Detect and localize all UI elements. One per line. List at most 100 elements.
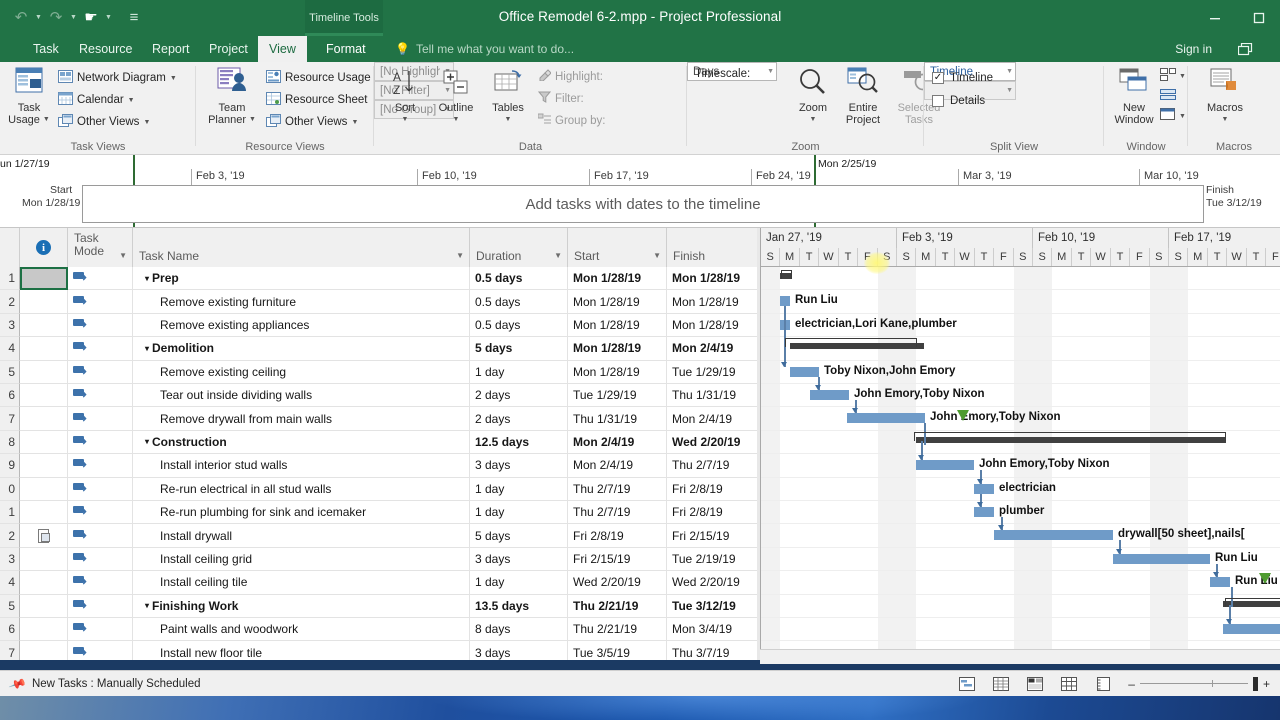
new-window-button[interactable]: New Window	[1108, 67, 1160, 126]
collapse-triangle-icon[interactable]: ▾	[145, 601, 149, 610]
row-indicator-cell[interactable]	[20, 313, 68, 338]
tab-report[interactable]: Report	[141, 36, 201, 62]
task-name-cell[interactable]: Install ceiling grid	[133, 547, 470, 572]
finish-cell[interactable]: Tue 2/19/19	[667, 547, 760, 572]
switch-windows-button[interactable]: ▼	[1160, 108, 1186, 124]
minimize-icon[interactable]	[1202, 6, 1228, 30]
task-mode-cell[interactable]	[68, 267, 133, 291]
team-planner-button[interactable]: Team Planner ▼	[202, 67, 262, 126]
group-by-row[interactable]: Group by:	[537, 113, 606, 128]
hide-button[interactable]	[1160, 88, 1177, 104]
calendar-button[interactable]: Calendar ▼	[58, 92, 135, 108]
gantt-row[interactable]	[761, 618, 1280, 642]
header-start[interactable]: Start ▼	[568, 228, 667, 267]
tell-me-search[interactable]: 💡 Tell me what you want to do...	[395, 36, 574, 62]
resource-sheet-button[interactable]: Resource Sheet ▼	[266, 92, 378, 108]
gantt-row[interactable]: Run Liu	[761, 290, 1280, 314]
collapse-triangle-icon[interactable]: ▾	[145, 274, 149, 283]
task-mode-cell[interactable]	[68, 313, 133, 338]
task-mode-cell[interactable]	[68, 641, 133, 660]
outline-button[interactable]: Outline ▼	[430, 69, 482, 126]
gantt-row[interactable]: Toby Nixon,John Emory	[761, 361, 1280, 384]
task-mode-cell[interactable]	[68, 547, 133, 572]
start-cell[interactable]: Thu 2/7/19	[568, 477, 667, 501]
tab-format[interactable]: Format	[315, 36, 377, 62]
outline-caret-icon[interactable]: ▼	[453, 114, 460, 126]
timeline-band[interactable]: Add tasks with dates to the timeline	[82, 185, 1204, 223]
row-number-cell[interactable]: 3	[0, 313, 20, 338]
duration-cell[interactable]: 8 days	[470, 618, 568, 642]
sort-caret-icon[interactable]: ▼	[402, 114, 409, 126]
row-number-cell[interactable]: 2	[0, 290, 20, 314]
chevron-down-icon[interactable]: ▼	[763, 68, 774, 75]
task-name-cell[interactable]: ▾ Construction	[133, 430, 470, 455]
start-cell[interactable]: Fri 2/15/19	[568, 547, 667, 572]
highlight-row[interactable]: Highlight:	[538, 69, 603, 84]
start-cell[interactable]: Thu 2/7/19	[568, 501, 667, 525]
tables-button[interactable]: Tables ▼	[484, 69, 532, 126]
row-number-cell[interactable]: 4	[0, 337, 20, 361]
duration-cell[interactable]: 3 days	[470, 641, 568, 660]
gantt-row[interactable]: drywall[50 sheet],nails[	[761, 524, 1280, 548]
task-name-cell[interactable]: Remove existing appliances	[133, 313, 470, 338]
task-mode-cell[interactable]	[68, 430, 133, 455]
table-row[interactable]: 6 Tear out inside dividing walls 2 daysTue…	[0, 384, 760, 408]
resource-sheet-view-icon[interactable]	[1060, 676, 1078, 692]
row-number-cell[interactable]: 9	[0, 454, 20, 478]
zoom-slider-track[interactable]	[1139, 680, 1248, 687]
network-diagram-caret-icon[interactable]: ▼	[170, 75, 177, 82]
resource-usage-button[interactable]: Resource Usage ▼	[266, 70, 382, 86]
duration-cell[interactable]: 5 days	[470, 524, 568, 548]
ribbon-tab-strip[interactable]: Task Resource Report Project View Format…	[0, 36, 1280, 62]
start-cell[interactable]: Mon 1/28/19	[568, 267, 667, 291]
task-mode-cell[interactable]	[68, 477, 133, 501]
task-table-pane[interactable]: i Task Mode ▼ Task Name ▼ Duration ▼ Sta…	[0, 228, 760, 660]
duration-cell[interactable]: 3 days	[470, 547, 568, 572]
arrange-all-caret-icon[interactable]: ▼	[1179, 73, 1186, 80]
chevron-down-icon[interactable]: ▼	[554, 251, 562, 260]
row-number-cell[interactable]: 0	[0, 477, 20, 501]
switch-windows-caret-icon[interactable]: ▼	[1179, 113, 1186, 120]
start-cell[interactable]: Mon 1/28/19	[568, 337, 667, 361]
gantt-row[interactable]: John Emory,Toby Nixon	[761, 407, 1280, 431]
task-mode-cell[interactable]	[68, 501, 133, 525]
start-cell[interactable]: Tue 3/5/19	[568, 641, 667, 660]
finish-cell[interactable]: Fri 2/8/19	[667, 501, 760, 525]
finish-cell[interactable]: Mon 3/4/19	[667, 618, 760, 642]
details-checkbox-row[interactable]: Details	[932, 95, 985, 107]
task-name-cell[interactable]: Install interior stud walls	[133, 454, 470, 478]
task-name-cell[interactable]: Remove existing ceiling	[133, 360, 470, 384]
reports-view-icon[interactable]	[1094, 676, 1112, 692]
header-info[interactable]: i	[20, 228, 68, 267]
table-row[interactable]: 2 Install drywall 5 daysFri 2/8/19Fri 2/15…	[0, 524, 760, 548]
network-diagram-button[interactable]: Network Diagram ▼	[58, 70, 177, 86]
zoom-button[interactable]: Zoom ▼	[791, 67, 835, 126]
zoom-in-button[interactable]: +	[1263, 678, 1270, 690]
header-duration[interactable]: Duration ▼	[470, 228, 568, 267]
window-controls[interactable]	[1202, 6, 1272, 30]
team-planner-view-icon[interactable]	[1026, 676, 1044, 692]
chevron-down-icon[interactable]: ▼	[456, 251, 464, 260]
table-row[interactable]: 4▾Demolition5 daysMon 1/28/19Mon 2/4/19	[0, 337, 760, 361]
chevron-down-icon[interactable]: ▼	[1002, 87, 1013, 94]
duration-cell[interactable]: 0.5 days	[470, 313, 568, 338]
chevron-down-icon[interactable]: ▼	[1002, 68, 1013, 75]
tab-project[interactable]: Project	[198, 36, 259, 62]
task-name-cell[interactable]: ▾ Demolition	[133, 337, 470, 361]
task-mode-cell[interactable]	[68, 337, 133, 361]
duration-cell[interactable]: 1 day	[470, 477, 568, 501]
row-indicator-cell[interactable]	[20, 477, 68, 501]
zoom-caret-icon[interactable]: ▼	[810, 114, 817, 126]
gantt-chart-view-icon[interactable]	[958, 676, 976, 692]
entire-project-button[interactable]: Entire Project	[837, 67, 889, 126]
sort-button[interactable]: A Z Sort ▼	[382, 69, 428, 126]
finish-cell[interactable]: Mon 1/28/19	[667, 313, 760, 338]
finish-cell[interactable]: Thu 3/7/19	[667, 641, 760, 660]
row-number-cell[interactable]: 3	[0, 547, 20, 572]
tab-resource[interactable]: Resource	[68, 36, 144, 62]
gantt-row[interactable]: John Emory,Toby Nixon	[761, 454, 1280, 478]
finish-cell[interactable]: Mon 1/28/19	[667, 267, 760, 291]
row-number-cell[interactable]: 1	[0, 267, 20, 291]
gantt-task-bar[interactable]	[810, 390, 849, 400]
table-row[interactable]: 2Remove existing furniture0.5 daysMon 1/…	[0, 290, 760, 314]
